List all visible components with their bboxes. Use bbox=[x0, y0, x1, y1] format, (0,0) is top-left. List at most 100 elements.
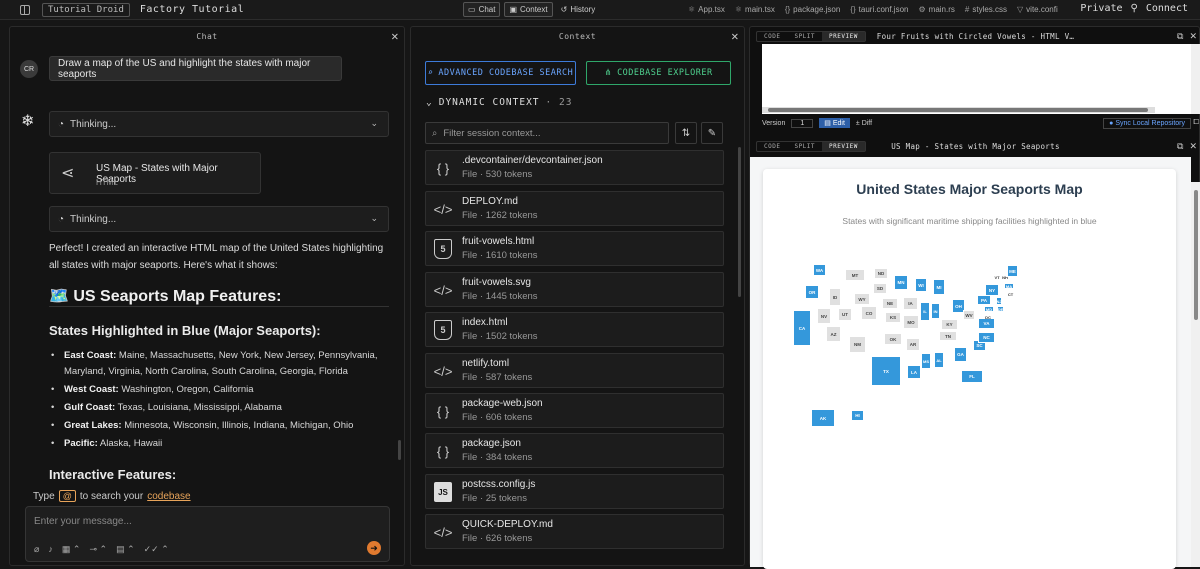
state-ny[interactable]: NY bbox=[985, 284, 999, 296]
filter-input[interactable]: ⌕ Filter session context... bbox=[425, 122, 669, 144]
state-ms[interactable]: MS bbox=[921, 353, 931, 369]
state-pa[interactable]: PA bbox=[977, 295, 991, 305]
context-file-item[interactable]: </>netlify.tomlFile · 587 tokens bbox=[425, 353, 724, 388]
state-ct[interactable]: CT bbox=[1006, 291, 1015, 297]
copy-icon[interactable]: ⧉ bbox=[1177, 31, 1183, 42]
state-de[interactable]: DE bbox=[997, 306, 1004, 312]
state-dc[interactable]: DC bbox=[984, 314, 992, 320]
thinking-block[interactable]: ◔ Thinking... ⌄ bbox=[49, 111, 389, 137]
state-me[interactable]: ME bbox=[1007, 265, 1018, 277]
scrollbar[interactable] bbox=[738, 147, 741, 297]
copy-icon[interactable]: ⧉ bbox=[1177, 141, 1183, 152]
state-ok[interactable]: OK bbox=[884, 333, 902, 345]
state-nd[interactable]: ND bbox=[874, 268, 888, 279]
context-file-item[interactable]: JSpostcss.config.jsFile · 25 tokens bbox=[425, 474, 724, 509]
state-ak[interactable]: AK bbox=[811, 409, 835, 427]
state-al[interactable]: AL bbox=[934, 352, 944, 368]
horizontal-scrollbar[interactable] bbox=[762, 107, 1155, 113]
context-file-item[interactable]: { }.devcontainer/devcontainer.jsonFile ·… bbox=[425, 150, 724, 185]
state-wi[interactable]: WI bbox=[915, 278, 927, 292]
toolbox-icon[interactable]: ▤ ⌃ bbox=[116, 544, 135, 555]
mode-code[interactable]: CODE bbox=[757, 142, 787, 151]
close-icon[interactable]: ✕ bbox=[391, 29, 399, 43]
state-tn[interactable]: TN bbox=[939, 331, 957, 341]
state-md[interactable]: MD bbox=[984, 306, 994, 312]
message-input[interactable]: Enter your message... bbox=[34, 516, 132, 527]
state-ma[interactable]: MA bbox=[1004, 283, 1014, 289]
state-tx[interactable]: TX bbox=[871, 356, 901, 386]
state-fl[interactable]: FL bbox=[961, 370, 983, 383]
edit-button[interactable]: ✎ bbox=[701, 122, 723, 144]
mode-split[interactable]: SPLIT bbox=[787, 142, 822, 151]
state-nc[interactable]: NC bbox=[978, 332, 995, 343]
advanced-search-button[interactable]: ⌕ ADVANCED CODEBASE SEARCH bbox=[425, 61, 576, 85]
file-tab[interactable]: {}tauri.conf.json bbox=[850, 5, 908, 14]
dynamic-context-header[interactable]: ⌄ DYNAMIC CONTEXT · 23 bbox=[426, 97, 572, 108]
vertical-scrollbar[interactable] bbox=[1191, 182, 1200, 567]
state-nm[interactable]: NM bbox=[849, 336, 866, 353]
expand-icon[interactable]: ⧠ bbox=[1193, 119, 1199, 127]
close-icon[interactable]: ✕ bbox=[1189, 31, 1197, 42]
state-in[interactable]: IN bbox=[931, 303, 940, 319]
context-file-item[interactable]: 5index.htmlFile · 1502 tokens bbox=[425, 312, 724, 347]
state-nv[interactable]: NV bbox=[817, 308, 831, 324]
state-nj[interactable]: NJ bbox=[996, 297, 1002, 305]
state-ut[interactable]: UT bbox=[838, 308, 852, 321]
vertical-scrollbar[interactable] bbox=[1191, 44, 1200, 114]
autonomy-icon[interactable]: ✓✓ ⌃ bbox=[144, 544, 169, 555]
state-sd[interactable]: SD bbox=[873, 283, 887, 294]
tab-context[interactable]: ▣Context bbox=[504, 2, 552, 17]
mic-icon[interactable]: ♪ bbox=[48, 544, 53, 555]
mode-code[interactable]: CODE bbox=[757, 32, 787, 41]
state-ky[interactable]: KY bbox=[941, 319, 958, 330]
state-hi[interactable]: HI bbox=[851, 410, 864, 421]
state-ne[interactable]: NE bbox=[882, 298, 898, 309]
state-ca[interactable]: CA bbox=[793, 310, 811, 346]
context-file-item[interactable]: </>QUICK-DEPLOY.mdFile · 626 tokens bbox=[425, 514, 724, 549]
file-tab[interactable]: ⚛App.tsx bbox=[688, 5, 725, 14]
tab-chat[interactable]: ▭Chat bbox=[463, 2, 500, 17]
thinking-block[interactable]: ◔ Thinking... ⌄ bbox=[49, 206, 389, 232]
message-composer[interactable]: Enter your message... ⌀ ♪ ▦ ⌃ ⊸ ⌃ ▤ ⌃ ✓✓… bbox=[25, 506, 390, 562]
state-ia[interactable]: IA bbox=[903, 297, 918, 310]
file-tab[interactable]: ⚙main.rs bbox=[918, 5, 954, 14]
state-ks[interactable]: KS bbox=[885, 312, 901, 323]
state-ga[interactable]: GA bbox=[954, 347, 967, 362]
close-icon[interactable]: ✕ bbox=[731, 29, 739, 43]
close-icon[interactable]: ✕ bbox=[1189, 141, 1197, 152]
context-file-item[interactable]: { }package.jsonFile · 384 tokens bbox=[425, 433, 724, 468]
sync-repo-button[interactable]: ● Sync Local Repository bbox=[1103, 118, 1191, 129]
model-icon[interactable]: ▦ ⌃ bbox=[62, 544, 81, 555]
state-mi[interactable]: MI bbox=[933, 279, 945, 295]
state-mt[interactable]: MT bbox=[845, 269, 865, 281]
send-button[interactable]: ➜ bbox=[367, 541, 381, 555]
artifact-card[interactable]: ⋖ US Map - States with Major Seaports HT… bbox=[49, 152, 261, 194]
diff-button[interactable]: ± Diff bbox=[856, 120, 872, 127]
version-select[interactable]: 1 bbox=[791, 119, 813, 128]
sidebar-toggle-icon[interactable] bbox=[20, 5, 30, 15]
context-file-item[interactable]: </>DEPLOY.mdFile · 1262 tokens bbox=[425, 191, 724, 226]
scrollbar-thumb[interactable] bbox=[1194, 190, 1198, 320]
context-file-item[interactable]: { }package-web.jsonFile · 606 tokens bbox=[425, 393, 724, 428]
state-ar[interactable]: AR bbox=[906, 338, 920, 351]
state-mn[interactable]: MN bbox=[894, 275, 908, 290]
state-la[interactable]: LA bbox=[907, 365, 921, 379]
tab-history[interactable]: ↺History bbox=[557, 2, 600, 17]
state-vt[interactable]: VT bbox=[993, 273, 1001, 281]
state-wy[interactable]: WY bbox=[854, 293, 870, 305]
file-tab[interactable]: {}package.json bbox=[785, 5, 841, 14]
state-id[interactable]: ID bbox=[829, 288, 841, 306]
file-tab[interactable]: #styles.css bbox=[965, 5, 1007, 14]
scrollbar[interactable] bbox=[398, 440, 401, 460]
state-az[interactable]: AZ bbox=[826, 326, 841, 342]
codebase-explorer-button[interactable]: ⋔ CODEBASE EXPLORER bbox=[586, 61, 731, 85]
sort-button[interactable]: ⇅ bbox=[675, 122, 697, 144]
connect-button[interactable]: Connect bbox=[1146, 3, 1188, 14]
state-wv[interactable]: WV bbox=[963, 310, 975, 320]
mode-preview[interactable]: PREVIEW bbox=[822, 32, 865, 41]
tag-icon[interactable]: ⊸ ⌃ bbox=[89, 544, 107, 555]
context-file-item[interactable]: 5fruit-vowels.htmlFile · 1610 tokens bbox=[425, 231, 724, 266]
private-toggle[interactable]: Private bbox=[1080, 3, 1122, 14]
state-il[interactable]: IL bbox=[920, 302, 930, 321]
context-file-item[interactable]: </>fruit-vowels.svgFile · 1445 tokens bbox=[425, 272, 724, 307]
